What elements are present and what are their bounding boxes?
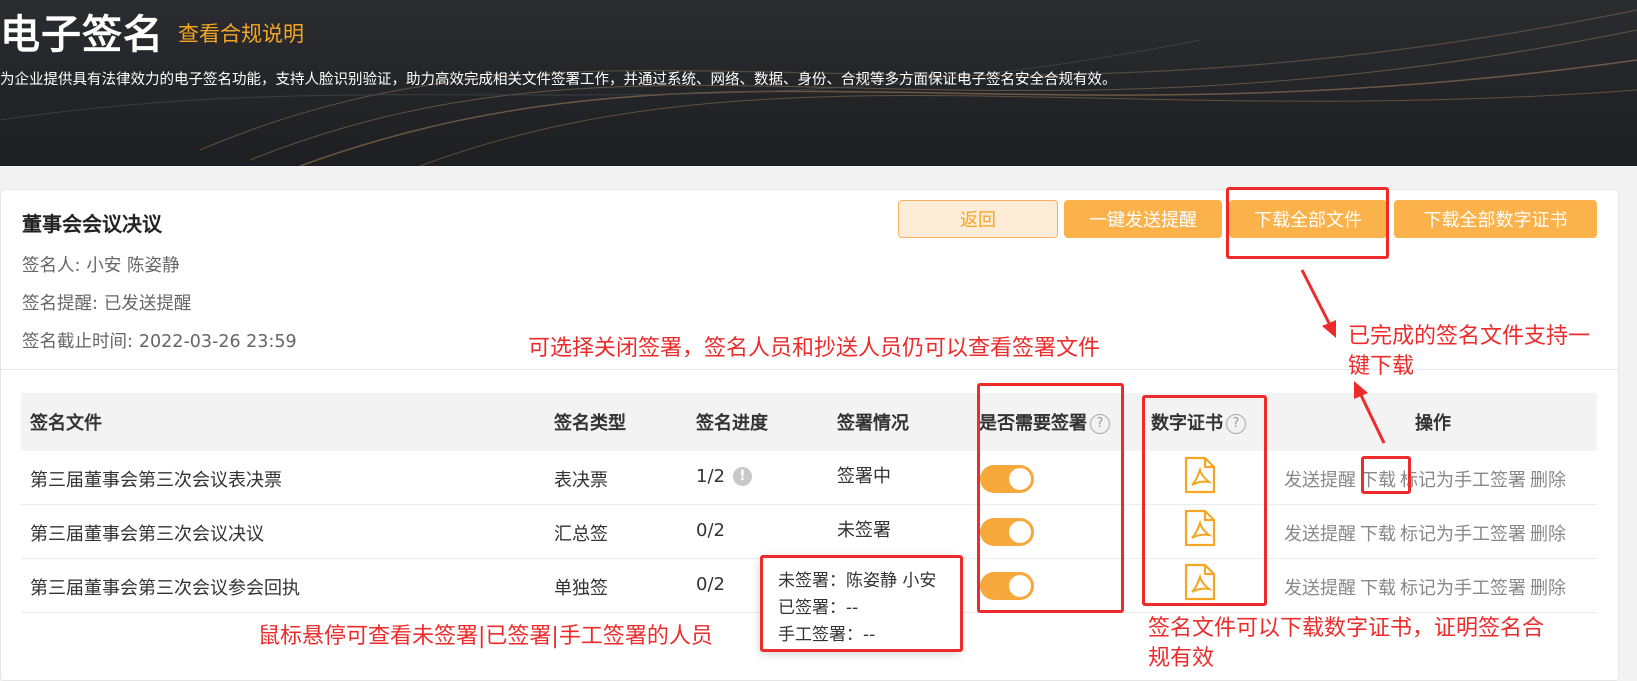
row-1-type: 表决票 [554,470,608,491]
th-type: 签名类型 [554,413,626,434]
row-2-ops: 发送提醒 下载 标记为手工签署 删除 [1284,520,1566,546]
row-1-progress: 1/2! [696,466,752,487]
row-2-type: 汇总签 [554,524,608,545]
download-all-highlight [1226,187,1389,259]
deadline-info: 签名截止时间: 2022-03-26 23:59 [22,328,297,353]
row-2-file: 第三届董事会第三次会议决议 [30,524,264,545]
cert-note-line2: 规有效 [1148,646,1215,671]
need-sign-column-highlight [977,383,1124,613]
row-1-mark-manual-link[interactable]: 标记为手工签署 [1400,470,1526,491]
tooltip-highlight [760,555,963,652]
row-1-delete-link[interactable]: 删除 [1530,470,1566,491]
header-banner: 电子签名 查看合规说明 为企业提供具有法律效力的电子签名功能，支持人脸识别验证，… [0,0,1637,166]
row-1-send-reminder-link[interactable]: 发送提醒 [1284,470,1356,491]
row-3-type: 单独签 [554,578,608,599]
row-3-file: 第三届董事会第三次会议参会回执 [30,578,300,599]
table-header [21,393,1597,451]
row-3-progress: 0/2 [696,574,725,595]
deadline-value: 2022-03-26 23:59 [138,332,297,352]
row-3-send-reminder-link[interactable]: 发送提醒 [1284,578,1356,599]
row-3-mark-manual-link[interactable]: 标记为手工签署 [1400,578,1526,599]
th-status: 签署情况 [837,413,909,434]
row-3-delete-link[interactable]: 删除 [1530,578,1566,599]
row-3-download-link[interactable]: 下载 [1360,578,1396,599]
page-description: 为企业提供具有法律效力的电子签名功能，支持人脸识别验证，助力高效完成相关文件签署… [0,72,1117,88]
row-2-send-reminder-link[interactable]: 发送提醒 [1284,524,1356,545]
row-2-progress: 0/2 [696,520,725,541]
row-download-highlight [1361,456,1411,494]
row-3-ops: 发送提醒 下载 标记为手工签署 删除 [1284,574,1566,600]
row-1-file: 第三届董事会第三次会议表决票 [30,470,282,491]
download-note-line1: 已完成的签名文件支持一 [1348,324,1591,349]
compliance-link[interactable]: 查看合规说明 [178,18,304,48]
th-ops: 操作 [1415,413,1451,434]
cert-note-line1: 签名文件可以下载数字证书，证明签名合 [1148,616,1545,641]
hover-note: 鼠标悬停可查看未签署|已签署|手工签署的人员 [258,624,713,649]
download-note-line2: 键下载 [1348,354,1415,379]
send-reminder-button[interactable]: 一键发送提醒 [1064,200,1222,238]
reminder-info: 签名提醒: 已发送提醒 [22,290,191,315]
cert-column-highlight [1142,395,1267,606]
row-1-status[interactable]: 签署中 [837,462,891,488]
download-all-certificates-button[interactable]: 下载全部数字证书 [1394,200,1597,238]
document-title: 董事会会议决议 [22,212,162,236]
row-1-progress-value: 1/2 [696,466,725,487]
row-2-download-link[interactable]: 下载 [1360,524,1396,545]
deadline-label: 签名截止时间: [22,332,133,352]
info-circle-icon[interactable]: ! [732,467,752,486]
back-button[interactable]: 返回 [898,200,1058,238]
signers-info: 签名人: 小安 陈姿静 [22,252,179,277]
reminder-value: 已发送提醒 [103,294,192,314]
signers-label: 签名人: [22,256,81,276]
reminder-label: 签名提醒: [22,294,98,314]
close-signing-note: 可选择关闭签署，签名人员和抄送人员仍可以查看签署文件 [528,336,1101,361]
th-file: 签名文件 [30,413,102,434]
row-1-ops: 发送提醒 下载 标记为手工签署 删除 [1284,466,1566,492]
signers-value: 小安 陈姿静 [86,256,180,276]
row-2-delete-link[interactable]: 删除 [1530,524,1566,545]
row-divider [21,504,1597,505]
row-2-status[interactable]: 未签署 [837,516,891,542]
row-2-mark-manual-link[interactable]: 标记为手工签署 [1400,524,1526,545]
th-progress: 签名进度 [696,413,768,434]
page-title: 电子签名 [0,12,164,58]
